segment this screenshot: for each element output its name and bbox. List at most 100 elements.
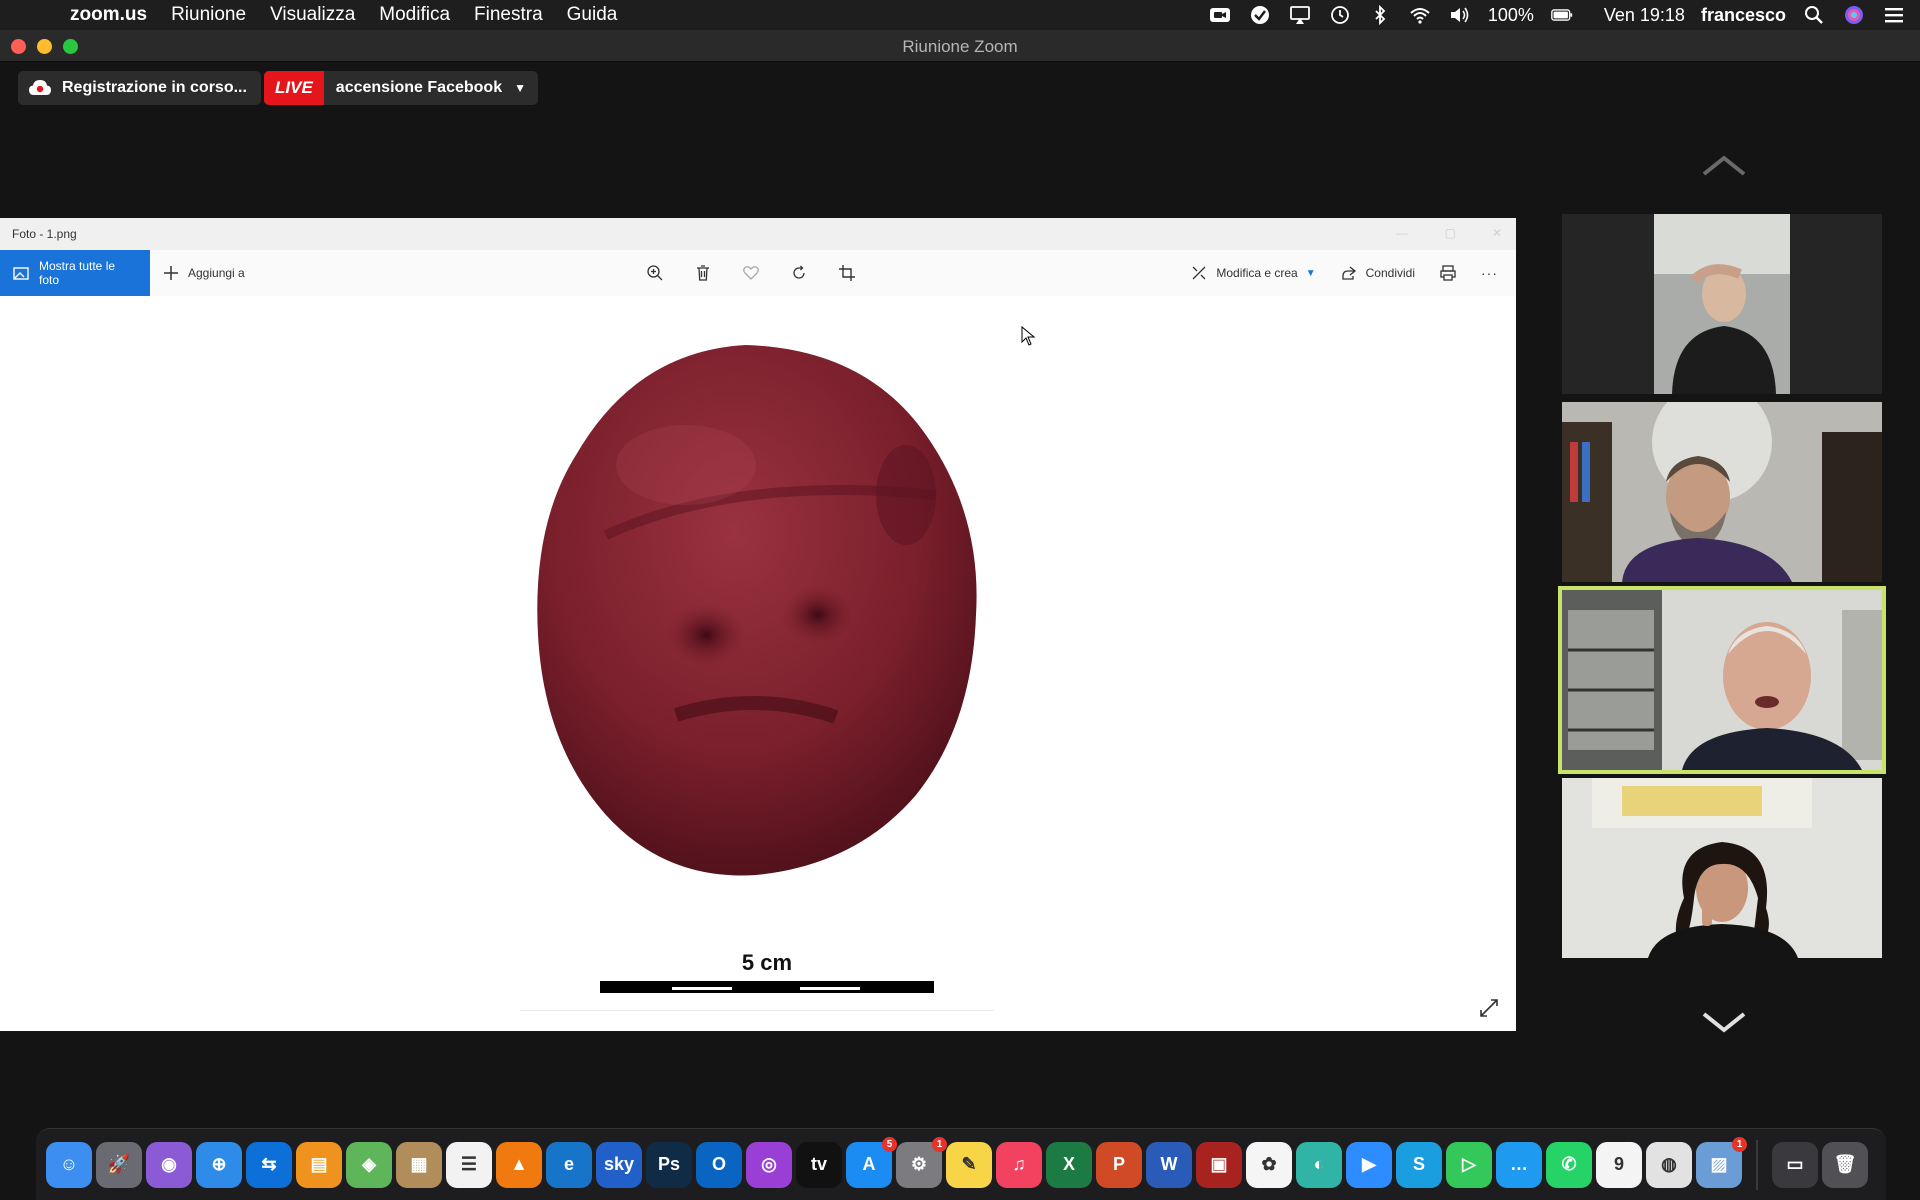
dock-notes-icon[interactable]: ✎ (946, 1141, 992, 1188)
dock-safari-icon[interactable]: ⊕ (196, 1141, 242, 1188)
dock-contacts-icon[interactable]: ▦ (396, 1141, 442, 1188)
dock-trash-icon[interactable]: 🗑 (1822, 1141, 1868, 1188)
dock-calendar-icon[interactable]: 9 (1596, 1141, 1642, 1188)
clock[interactable]: Ven 19:18 (1604, 5, 1685, 26)
user-name[interactable]: francesco (1701, 5, 1786, 26)
dock-photoshop-icon[interactable]: Ps (646, 1141, 692, 1188)
dock-sky-icon[interactable]: sky (596, 1141, 642, 1188)
dock-glyph: ▶ (1362, 1154, 1376, 1174)
rotate-icon[interactable] (790, 264, 808, 282)
participant-tile-2[interactable] (1562, 402, 1882, 582)
live-badge: LIVE (264, 71, 324, 105)
dock-excel-icon[interactable]: X (1046, 1141, 1092, 1188)
photo-viewer-canvas[interactable]: 5 cm (0, 296, 1516, 1031)
share-button[interactable]: Condividi (1340, 264, 1415, 282)
dock-zoom-icon[interactable]: ▶ (1346, 1141, 1392, 1188)
dock-books-icon[interactable]: ▤ (296, 1141, 342, 1188)
gallery-scroll-down-icon[interactable] (1700, 1010, 1748, 1034)
participant-tile-3-active-speaker[interactable] (1558, 586, 1886, 774)
dock-maps-icon[interactable]: ◈ (346, 1141, 392, 1188)
share-icon (1340, 264, 1358, 282)
spotlight-search-icon[interactable] (1802, 4, 1826, 26)
wifi-icon[interactable] (1408, 4, 1432, 26)
plus-icon (162, 264, 180, 282)
dock-glyph: ◐ (1313, 1154, 1325, 1174)
zoom-camera-icon[interactable] (1208, 4, 1232, 26)
participant-video-3 (1562, 590, 1882, 770)
delete-icon[interactable] (694, 264, 712, 282)
dock-glyph: ◈ (362, 1154, 376, 1174)
menu-visualizza[interactable]: Visualizza (258, 0, 367, 30)
live-stream-indicator[interactable]: LIVE accensione Facebook ▼ (264, 71, 538, 105)
control-center-icon[interactable] (1882, 4, 1906, 26)
notification-badge: 1 (932, 1136, 947, 1152)
dock-siri-icon[interactable]: ◉ (146, 1141, 192, 1188)
dock-skype-icon[interactable]: S (1396, 1141, 1442, 1188)
recording-indicator[interactable]: Registrazione in corso... (18, 71, 261, 105)
favorite-heart-icon[interactable] (742, 264, 760, 282)
menu-riunione[interactable]: Riunione (159, 0, 258, 30)
dock-glyph: Ps (657, 1154, 681, 1174)
chevron-down-icon[interactable]: ▼ (514, 81, 538, 95)
dock-glyph: ◎ (761, 1154, 777, 1174)
menu-app-name[interactable]: zoom.us (50, 0, 159, 30)
dock-downloads-stack-icon[interactable]: ▭ (1772, 1141, 1818, 1188)
menu-guida[interactable]: Guida (555, 0, 630, 30)
print-icon[interactable] (1439, 264, 1457, 282)
checkmark-badge-icon[interactable] (1248, 4, 1272, 26)
dock-glyph: A (862, 1154, 876, 1174)
dock-reminders-icon[interactable]: ☰ (446, 1141, 492, 1188)
dock-edge-icon[interactable]: e (546, 1141, 592, 1188)
dock-teamviewer-icon[interactable]: ⇆ (246, 1141, 292, 1188)
dock-vlc-icon[interactable]: ▲ (496, 1141, 542, 1188)
dock-launchpad-icon[interactable]: 🚀 (96, 1141, 142, 1188)
dock-glyph: ▷ (1462, 1154, 1476, 1174)
participant-tile-1[interactable] (1562, 214, 1882, 394)
participant-video-4 (1562, 778, 1882, 958)
dock-facetime-icon[interactable]: ▷ (1446, 1141, 1492, 1188)
show-all-photos-button[interactable]: Mostra tutte le foto (0, 250, 150, 296)
dock-messages-green-icon[interactable]: ◐ (1296, 1141, 1342, 1188)
dock-preview-icon[interactable]: ▨ 1 (1696, 1136, 1747, 1188)
dock-app-store-icon[interactable]: A5 (846, 1136, 897, 1188)
minimize-icon[interactable]: — (1396, 226, 1408, 240)
crop-icon[interactable] (838, 264, 856, 282)
battery-icon[interactable] (1550, 4, 1574, 26)
menu-modifica[interactable]: Modifica (367, 0, 462, 30)
fullscreen-expand-icon[interactable] (1478, 997, 1500, 1019)
dock-powerpoint-icon[interactable]: P (1096, 1141, 1142, 1188)
chevron-down-icon: ▼ (1305, 267, 1316, 279)
zoom-in-icon[interactable] (646, 264, 664, 282)
time-machine-icon[interactable] (1328, 4, 1352, 26)
gallery-scroll-up-icon[interactable] (1700, 154, 1748, 178)
dock-glyph: ▭ (1786, 1154, 1804, 1174)
dock-glyph: ♫ (1012, 1154, 1026, 1174)
close-icon[interactable]: ✕ (1492, 226, 1502, 240)
edit-create-icon (1190, 264, 1208, 282)
dock-apple-tv-icon[interactable]: tv (796, 1141, 842, 1188)
dock-photo-booth-icon[interactable]: ▣ (1196, 1141, 1242, 1188)
volume-icon[interactable] (1448, 4, 1472, 26)
dock-music-icon[interactable]: ♫ (996, 1141, 1042, 1188)
more-options-button[interactable]: ··· (1481, 265, 1498, 281)
dock-messages-icon[interactable]: … (1496, 1141, 1542, 1188)
dock-system-preferences-icon[interactable]: ⚙ 1 (896, 1136, 947, 1188)
dock-whatsapp-icon[interactable]: ✆ (1546, 1141, 1592, 1188)
add-to-button[interactable]: Aggiungi a (162, 264, 245, 282)
dock-chrome-icon[interactable]: ◍ (1646, 1141, 1692, 1188)
dock-glyph: X (1062, 1154, 1075, 1174)
siri-icon[interactable] (1842, 4, 1866, 26)
edit-and-create-button[interactable]: Modifica e crea ▼ (1190, 264, 1316, 282)
dock-finder-icon[interactable]: ☺ (46, 1141, 92, 1188)
dock-outlook-icon[interactable]: O (696, 1141, 742, 1188)
photos-title: Foto - 1.png (12, 227, 77, 241)
dock-podcasts-icon[interactable]: ◎ (746, 1141, 792, 1188)
menu-finestra[interactable]: Finestra (462, 0, 555, 30)
bluetooth-icon[interactable] (1368, 4, 1392, 26)
airplay-icon[interactable] (1288, 4, 1312, 26)
participant-tile-4[interactable] (1562, 778, 1882, 958)
dock-photos-icon[interactable]: ✿ (1246, 1141, 1292, 1188)
maximize-icon[interactable]: ▢ (1445, 226, 1456, 240)
dock-word-icon[interactable]: W (1146, 1141, 1192, 1188)
window-titlebar[interactable]: Riunione Zoom (0, 30, 1920, 62)
